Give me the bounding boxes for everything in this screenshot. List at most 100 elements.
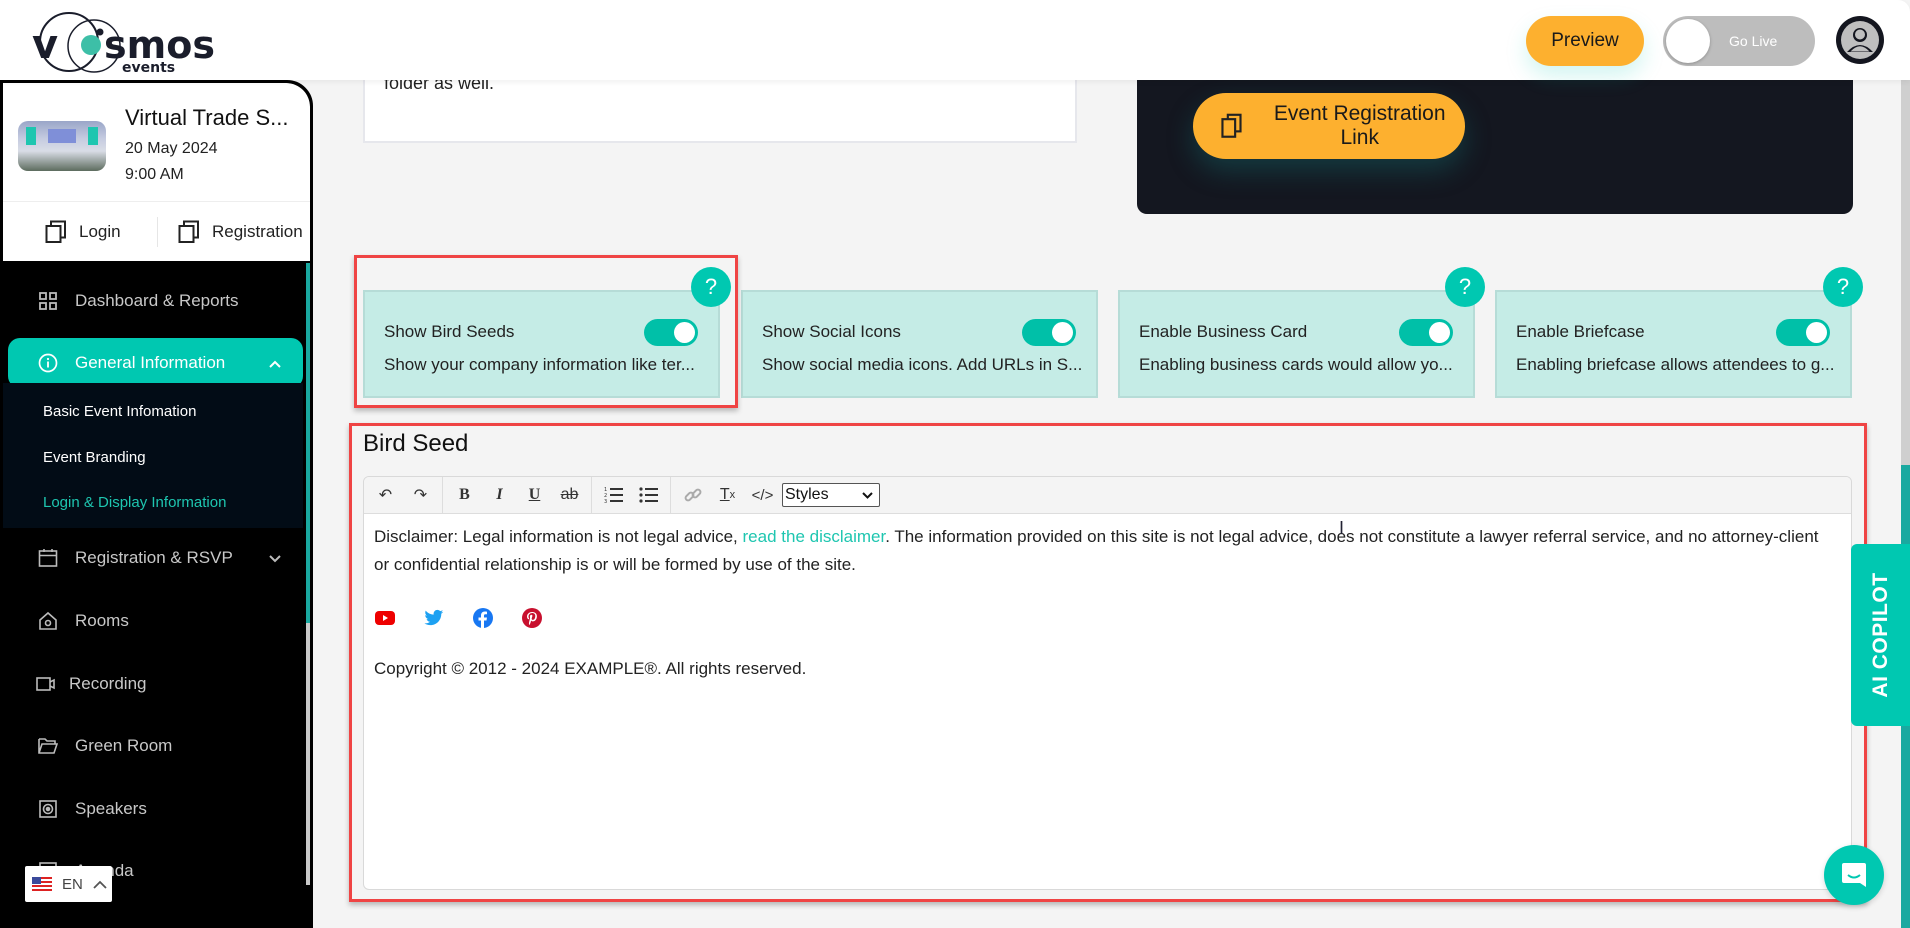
numbered-list-icon[interactable]: 123	[596, 481, 631, 509]
sidebar-item-label: Dashboard & Reports	[75, 291, 239, 310]
folder-icon	[37, 735, 59, 757]
disclaimer-link[interactable]: read the disclaimer	[743, 527, 886, 546]
help-icon[interactable]: ?	[1823, 267, 1863, 307]
social-icons	[374, 607, 543, 629]
sidebar-item-label: Speakers	[75, 799, 147, 818]
pinterest-icon[interactable]	[521, 607, 543, 629]
facebook-icon[interactable]	[472, 607, 494, 629]
underline-icon[interactable]: U	[517, 481, 552, 509]
sidebar-item-speakers[interactable]: Speakers	[3, 784, 303, 834]
chevron-down-icon	[862, 491, 873, 499]
login-label: Login	[79, 221, 121, 241]
clear-format-icon[interactable]: Tx	[710, 481, 745, 509]
list-group: 123	[592, 477, 671, 513]
editor-toolbar: ↶ ↷ B I U ab 123 Tx </> Styles	[364, 477, 1851, 514]
ai-copilot-label: AI COPILOT	[1868, 572, 1892, 698]
enable-briefcase-toggle[interactable]	[1776, 319, 1830, 346]
chat-button[interactable]	[1824, 845, 1884, 905]
ai-copilot-tab[interactable]: AI COPILOT	[1851, 544, 1910, 726]
divider	[157, 217, 158, 247]
preview-button[interactable]: Preview	[1526, 16, 1644, 66]
grid-icon	[37, 290, 59, 312]
help-icon[interactable]: ?	[691, 267, 731, 307]
format-group: B I U ab	[443, 477, 592, 513]
sub-item-event-branding[interactable]: Event Branding	[43, 449, 146, 466]
show-social-icons-toggle[interactable]	[1022, 319, 1076, 346]
registration-link[interactable]: Registration	[178, 220, 303, 244]
scrollbar-thumb[interactable]	[306, 263, 310, 623]
go-live-label: Go Live	[1729, 33, 1778, 49]
home-icon	[37, 610, 59, 632]
toggle-knob	[1806, 322, 1827, 343]
chevron-up-icon	[269, 353, 281, 373]
us-flag-icon	[32, 877, 52, 891]
rich-text-editor[interactable]: ↶ ↷ B I U ab 123 Tx </> Styles Disclaime…	[363, 476, 1852, 890]
copyright-text: Copyright © 2012 - 2024 EXAMPLE®. All ri…	[374, 659, 807, 678]
text-cursor-icon: I	[1339, 518, 1345, 538]
bird-seed-title: Bird Seed	[363, 430, 469, 457]
styles-value: Styles	[785, 486, 829, 503]
redo-icon[interactable]: ↷	[403, 481, 438, 509]
info-icon	[37, 352, 59, 374]
feature-description: Enabling business cards would allow yo..…	[1139, 355, 1453, 374]
twitter-icon[interactable]	[423, 607, 445, 629]
event-registration-link-button[interactable]: Event Registration Link	[1193, 93, 1465, 159]
vosmos-logo[interactable]: v smos events	[24, 8, 224, 76]
show-bird-seeds-toggle[interactable]	[644, 319, 698, 346]
sub-item-basic-event-information[interactable]: Basic Event Infomation	[43, 403, 196, 420]
copy-icon	[45, 220, 66, 243]
styles-dropdown[interactable]: Styles	[782, 483, 880, 507]
copy-icon	[178, 220, 199, 243]
sidebar-item-label: Green Room	[75, 736, 173, 755]
italic-icon[interactable]: I	[482, 481, 517, 509]
calendar-icon	[37, 547, 59, 569]
undo-icon[interactable]: ↶	[368, 481, 403, 509]
event-thumbnail	[18, 121, 106, 171]
event-time: 9:00 AM	[125, 166, 184, 183]
speaker-icon	[37, 798, 59, 820]
sidebar-item-registration-rsvp[interactable]: Registration & RSVP	[3, 533, 303, 583]
general-information-submenu: Basic Event Infomation Event Branding Lo…	[3, 383, 303, 528]
copy-icon	[1221, 113, 1242, 138]
button-label: Event Registration Link	[1273, 102, 1446, 149]
source-code-icon[interactable]: </>	[745, 481, 780, 509]
registration-label: Registration	[212, 221, 303, 241]
event-card[interactable]: Virtual Trade S... 20 May 2024 9:00 AM	[3, 83, 310, 201]
sidebar-item-recording[interactable]: Recording	[3, 659, 303, 709]
youtube-icon[interactable]	[374, 607, 396, 629]
feature-description: Enabling briefcase allows attendees to g…	[1516, 355, 1835, 374]
toggle-knob	[674, 322, 695, 343]
sidebar-item-label: General Information	[75, 353, 226, 372]
feature-card-show-bird-seeds: Show Bird Seeds Show your company inform…	[363, 290, 720, 398]
toggle-knob	[1052, 322, 1073, 343]
sidebar-item-green-room[interactable]: Green Room	[3, 721, 303, 771]
event-title: Virtual Trade S...	[125, 105, 289, 130]
go-live-toggle[interactable]: Go Live	[1663, 16, 1815, 66]
feature-title: Enable Briefcase	[1516, 322, 1645, 341]
feature-card-show-social-icons: Show Social Icons Show social media icon…	[741, 290, 1098, 398]
sidebar-item-dashboard[interactable]: Dashboard & Reports	[3, 276, 303, 326]
user-avatar[interactable]	[1836, 16, 1884, 64]
bold-icon[interactable]: B	[447, 481, 482, 509]
main-scrollbar[interactable]	[1901, 80, 1910, 928]
sub-item-login-display-information[interactable]: Login & Display Information	[43, 494, 226, 511]
sidebar-item-general-information[interactable]: General Information	[8, 338, 303, 388]
sidebar-scrollbar[interactable]	[306, 263, 310, 885]
bullet-list-icon[interactable]	[631, 481, 666, 509]
sidebar-item-rooms[interactable]: Rooms	[3, 596, 303, 646]
strikethrough-icon[interactable]: ab	[552, 481, 587, 509]
help-icon[interactable]: ?	[1445, 267, 1485, 307]
feature-title: Show Social Icons	[762, 322, 901, 341]
sidebar-item-label: Rooms	[75, 611, 129, 630]
sidebar: Virtual Trade S... 20 May 2024 9:00 AM L…	[0, 80, 313, 928]
login-link[interactable]: Login	[45, 220, 121, 244]
svg-text:v: v	[32, 22, 58, 68]
enable-business-card-toggle[interactable]	[1399, 319, 1453, 346]
link-icon[interactable]	[675, 481, 710, 509]
misc-group: Tx </> Styles	[671, 477, 884, 513]
quick-links: Login Registration	[3, 201, 310, 261]
video-icon	[35, 673, 57, 695]
feature-title: Enable Business Card	[1139, 322, 1308, 341]
language-selector[interactable]: EN	[25, 866, 112, 902]
editor-content[interactable]: Disclaimer: Legal information is not leg…	[374, 523, 1834, 579]
